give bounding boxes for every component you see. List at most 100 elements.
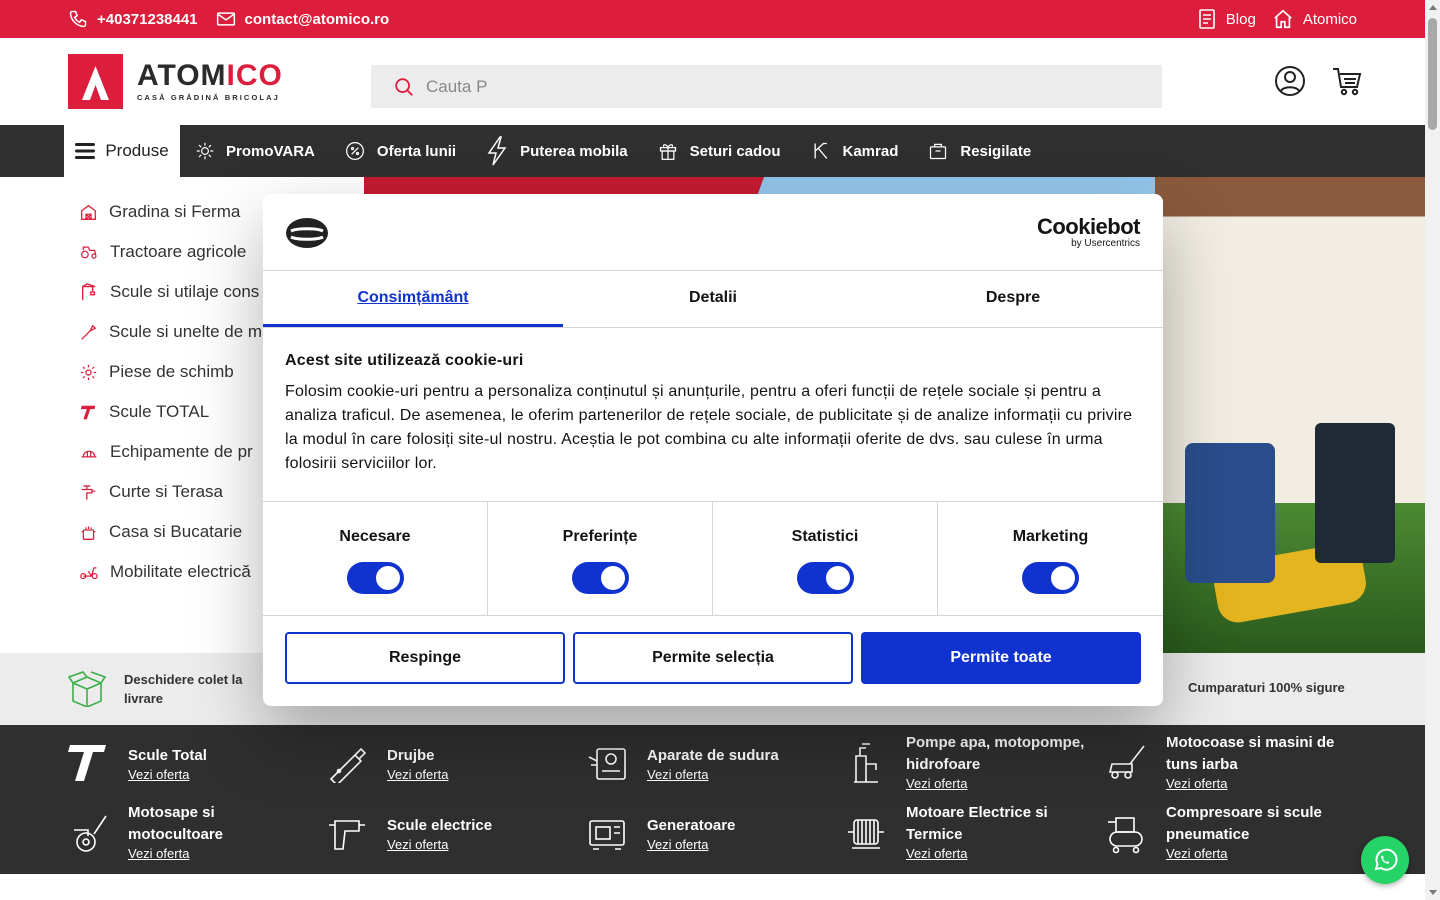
home-label: Atomico xyxy=(1302,10,1357,28)
phone-number: +40371238441 xyxy=(97,10,198,28)
toggle-switch-necessary[interactable] xyxy=(346,562,404,594)
kitchen-pot-icon xyxy=(81,526,96,540)
grid-item-compresoare[interactable]: Compresoare si scule pneumatice Vezi ofer… xyxy=(1106,802,1366,861)
grid-item-motocoase[interactable]: Motocoase si masini de tuns iarba Vezi of… xyxy=(1106,732,1366,791)
tab-about[interactable]: Despre xyxy=(863,271,1163,327)
nav-label: Puterea mobila xyxy=(520,142,628,160)
toggle-label: Statistici xyxy=(791,528,859,545)
logo-brand: ATOMICO xyxy=(137,59,283,92)
cookie-description: Folosim cookie-uri pentru a personaliza … xyxy=(285,383,1133,472)
grid-item-motosape[interactable]: Motosape si motocultoare Vezi oferta xyxy=(68,802,288,861)
category-label: Gradina si Ferma xyxy=(109,202,241,221)
cookie-consent-dialog: Cookiebot by Usercentrics Consimțământ D… xyxy=(263,194,1163,706)
nav-promovara[interactable]: PromoVARA xyxy=(196,142,315,160)
scroll-up-arrow[interactable] xyxy=(1429,5,1437,10)
grid-item-link[interactable]: Vezi oferta xyxy=(128,767,207,782)
tab-consent[interactable]: Consimțământ xyxy=(263,271,563,327)
banner-pressure-washer xyxy=(1185,443,1275,583)
toggle-marketing: Marketing xyxy=(938,502,1163,615)
main-nav: Produse PromoVARA Oferta lunii Puterea m… xyxy=(0,125,1425,177)
toggle-label: Preferințe xyxy=(562,528,638,545)
nav-kamrad[interactable]: Kamrad xyxy=(811,141,899,161)
deny-button[interactable]: Respinge xyxy=(285,632,565,684)
nav-seturi-cadou[interactable]: Seturi cadou xyxy=(658,141,781,161)
email-link[interactable]: contact@atomico.ro xyxy=(216,10,389,28)
account-icon[interactable] xyxy=(1274,65,1306,97)
grid-item-motoare[interactable]: Motoare Electrice si Termice Vezi oferta xyxy=(846,802,1106,861)
tab-details[interactable]: Detalii xyxy=(563,271,863,327)
grid-item-generatoare[interactable]: Generatoare Vezi oferta xyxy=(587,813,735,853)
allow-all-button[interactable]: Permite toate xyxy=(861,632,1141,684)
cart-icon[interactable] xyxy=(1332,65,1362,97)
header: ATOMICO CASĂ GRĂDINĂ BRICOLAJ xyxy=(0,38,1425,125)
water-pump-icon xyxy=(854,742,878,783)
scooter-icon xyxy=(80,567,98,580)
page-scrollbar[interactable] xyxy=(1425,0,1440,900)
search-bar[interactable] xyxy=(371,65,1162,108)
mail-icon xyxy=(216,12,235,26)
toggle-switch-preferences[interactable] xyxy=(571,562,629,594)
cookiebot-logo[interactable]: Cookiebot by Usercentrics xyxy=(1036,214,1141,250)
generator-icon xyxy=(589,820,625,850)
grid-item-title: Compresoare si scule pneumatice xyxy=(1166,804,1322,843)
chainsaw-icon xyxy=(329,747,367,783)
grid-item-link[interactable]: Vezi oferta xyxy=(387,837,492,852)
nav-oferta-lunii[interactable]: Oferta lunii xyxy=(345,141,456,161)
grid-item-link[interactable]: Vezi oferta xyxy=(906,776,1106,791)
home-link[interactable]: Atomico xyxy=(1272,8,1357,30)
total-logo-icon xyxy=(68,745,106,781)
category-label: Mobilitate electrică xyxy=(110,562,251,581)
phone-link[interactable]: +40371238441 xyxy=(68,9,198,29)
phone-icon xyxy=(69,10,87,28)
screwdriver-icon xyxy=(81,324,97,340)
scrollbar-thumb[interactable] xyxy=(1428,18,1437,130)
blog-link[interactable]: Blog xyxy=(1197,8,1256,30)
benefit-open-package: Deschidere colet la livrare xyxy=(68,670,274,708)
hamburger-icon xyxy=(75,143,96,159)
search-icon[interactable] xyxy=(393,76,415,98)
tractor-icon xyxy=(81,246,97,259)
air-compressor-icon xyxy=(1108,816,1143,853)
cookie-tabs: Consimțământ Detalii Despre xyxy=(263,271,1163,328)
toggle-switch-marketing[interactable] xyxy=(1022,562,1079,594)
grid-item-scule-electrice[interactable]: Scule electrice Vezi oferta xyxy=(327,813,492,853)
lawn-mower-icon xyxy=(1108,745,1145,779)
grid-item-link[interactable]: Vezi oferta xyxy=(647,837,735,852)
cookie-toggles: Necesare Preferințe Statistici Marketing xyxy=(263,502,1163,615)
garden-tap-icon xyxy=(81,485,96,500)
total-logo-icon xyxy=(80,405,96,419)
category-label: Casa si Bucatarie xyxy=(109,522,243,541)
scroll-down-arrow[interactable] xyxy=(1429,890,1437,895)
grid-item-title: Motocoase si masini de tuns iarba xyxy=(1166,734,1335,773)
grid-item-link[interactable]: Vezi oferta xyxy=(387,767,448,782)
grid-item-pompe-apa[interactable]: Pompe apa, motopompe, hidrofoare Vezi ofe… xyxy=(846,732,1106,791)
category-label: Scule si utilaje cons xyxy=(110,282,260,301)
grid-item-drujbe[interactable]: Drujbe Vezi oferta xyxy=(327,743,448,783)
grid-item-aparate-sudura[interactable]: Aparate de sudura Vezi oferta xyxy=(587,743,779,783)
cookiebot-name: Cookiebot xyxy=(1036,214,1141,239)
grid-item-link[interactable]: Vezi oferta xyxy=(906,846,1106,861)
grid-item-link[interactable]: Vezi oferta xyxy=(1166,846,1366,861)
grid-item-link[interactable]: Vezi oferta xyxy=(647,767,779,782)
nav-resigilate[interactable]: Resigilate xyxy=(928,141,1031,161)
crane-icon xyxy=(82,283,96,301)
allow-selection-button[interactable]: Permite selecția xyxy=(573,632,853,684)
grid-item-title: Scule Total xyxy=(128,746,207,764)
nav-label: Kamrad xyxy=(842,142,899,160)
toggle-switch-statistics[interactable] xyxy=(796,562,854,594)
toggle-necessary: Necesare xyxy=(263,502,488,615)
grid-item-link[interactable]: Vezi oferta xyxy=(128,846,288,861)
search-input[interactable] xyxy=(426,76,1126,97)
nav-puterea-mobila[interactable]: Puterea mobila xyxy=(486,136,628,166)
toggle-label: Marketing xyxy=(1012,528,1089,545)
grid-item-scule-total[interactable]: Scule Total Vezi oferta xyxy=(68,743,207,783)
home-icon xyxy=(1274,9,1292,29)
grid-item-title: Motosape si motocultoare xyxy=(128,804,224,843)
grid-item-link[interactable]: Vezi oferta xyxy=(1166,776,1366,791)
sun-icon xyxy=(196,142,214,160)
site-logo[interactable]: ATOMICO CASĂ GRĂDINĂ BRICOLAJ xyxy=(68,54,283,109)
products-label: Produse xyxy=(105,141,169,160)
products-menu-button[interactable]: Produse xyxy=(64,125,180,177)
whatsapp-button[interactable] xyxy=(1361,836,1409,884)
grid-item-title: Aparate de sudura xyxy=(647,746,779,764)
